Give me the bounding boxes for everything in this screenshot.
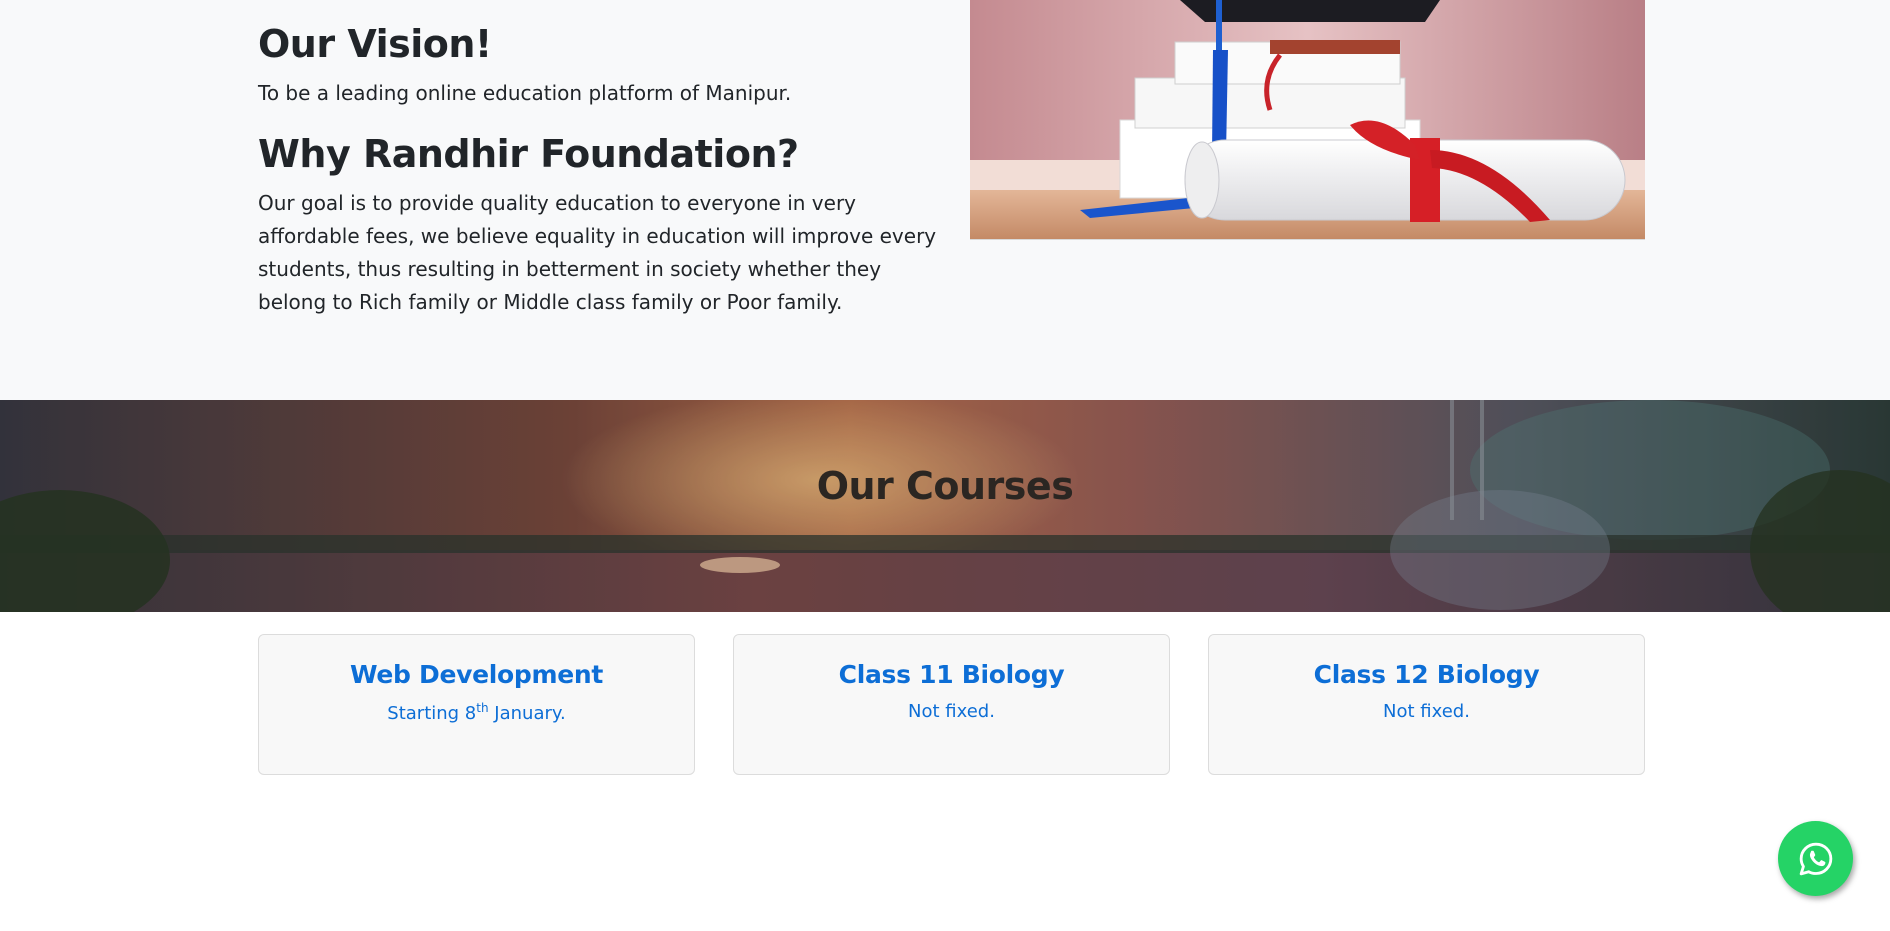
courses-heading: Our Courses [816,464,1074,508]
whatsapp-icon [1799,842,1832,875]
course-title: Class 12 Biology [1313,660,1540,689]
course-start-date: Starting 8th January. [259,701,694,724]
course-start-date: Not fixed. [908,701,995,722]
vision-heading: Our Vision! [258,22,492,66]
course-cards: Web Development Starting 8th January. Cl… [258,634,1645,775]
courses-banner: Our Courses [0,400,1890,612]
course-card-class-11-biology[interactable]: Class 11 Biology Not fixed. [733,634,1170,775]
vision-text: To be a leading online education platfor… [258,81,792,105]
course-title: Web Development [349,660,604,689]
why-text: Our goal is to provide quality education… [258,191,937,314]
course-start-ordinal: th [476,701,489,715]
whatsapp-button[interactable] [1778,821,1853,896]
why-heading: Why Randhir Foundation? [258,132,799,176]
graduation-image [970,0,1645,240]
course-title: Class 11 Biology [838,660,1065,689]
course-start-text: Starting 8 [387,703,477,724]
course-start-month: January. [488,703,566,724]
about-section: Our Vision! To be a leading online educa… [0,0,1890,400]
course-start-date: Not fixed. [1383,701,1470,722]
course-card-class-12-biology[interactable]: Class 12 Biology Not fixed. [1208,634,1645,775]
course-card-web-development[interactable]: Web Development Starting 8th January. [258,634,695,775]
